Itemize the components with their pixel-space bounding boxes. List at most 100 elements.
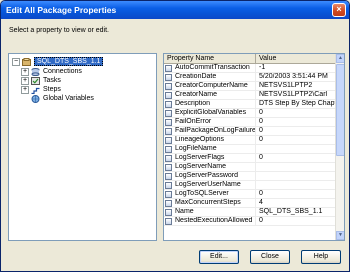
property-icon [165, 181, 172, 189]
title-bar[interactable]: Edit All Package Properties × [1, 1, 349, 19]
property-row[interactable]: LogServerName [164, 163, 336, 172]
property-value[interactable]: 0 [256, 217, 336, 225]
property-name-cell[interactable]: CreationDate [164, 73, 256, 81]
property-value[interactable]: DTS Step By Step Chapter… [256, 100, 336, 108]
tree-item-connections[interactable]: + Connections [21, 67, 82, 76]
property-name-cell[interactable]: LineageOptions [164, 136, 256, 144]
property-value[interactable]: 0 [256, 109, 336, 117]
property-value[interactable]: 0 [256, 154, 336, 162]
property-row[interactable]: FailPackageOnLogFailure 0 [164, 127, 336, 136]
tree-item-label: Steps [43, 86, 61, 93]
property-name-cell[interactable]: Description [164, 100, 256, 108]
property-name-cell[interactable]: Name [164, 208, 256, 216]
tree-item-label: SQL_DTS_SBS_1.1 [34, 57, 104, 66]
tree-item-global-variables[interactable]: Global Variables [31, 94, 94, 103]
column-header-value[interactable]: Value [256, 54, 336, 64]
tree-item-steps[interactable]: + Steps [21, 85, 61, 94]
window-title: Edit All Package Properties [6, 5, 117, 15]
property-icon [165, 163, 172, 171]
property-name: MaxConcurrentSteps [175, 199, 241, 206]
property-row[interactable]: Name SQL_DTS_SBS_1.1 [164, 208, 336, 217]
close-icon[interactable]: × [332, 3, 346, 17]
scroll-thumb[interactable] [336, 64, 344, 156]
property-icon [165, 82, 172, 90]
property-row[interactable]: AutoCommitTransaction -1 [164, 64, 336, 73]
property-name-cell[interactable]: AutoCommitTransaction [164, 64, 256, 72]
property-value[interactable]: 0 [256, 190, 336, 198]
property-value[interactable] [256, 172, 336, 180]
property-name-cell[interactable]: LogServerFlags [164, 154, 256, 162]
tree-item-package[interactable]: − SQL_DTS_SBS_1.1 [12, 57, 104, 66]
property-name-cell[interactable]: LogServerUserName [164, 181, 256, 189]
property-value[interactable] [256, 145, 336, 153]
property-value[interactable]: 4 [256, 199, 336, 207]
property-value[interactable]: SQL_DTS_SBS_1.1 [256, 208, 336, 216]
property-value[interactable]: 0 [256, 118, 336, 126]
property-value[interactable]: 0 [256, 127, 336, 135]
property-name-cell[interactable]: LogFileName [164, 145, 256, 153]
property-row[interactable]: Description DTS Step By Step Chapter… [164, 100, 336, 109]
property-value[interactable]: NETSVS1LPTP2 [256, 82, 336, 90]
property-row[interactable]: CreationDate 5/20/2003 3:51:44 PM [164, 73, 336, 82]
property-name-cell[interactable]: LogServerName [164, 163, 256, 171]
tree-item-label: Connections [43, 68, 82, 75]
property-icon [165, 172, 172, 180]
collapse-icon[interactable]: − [12, 57, 20, 66]
edit-button[interactable]: Edit... [199, 250, 239, 264]
property-name-cell[interactable]: ExplicitGlobalVariables [164, 109, 256, 117]
property-value[interactable]: 5/20/2003 3:51:44 PM [256, 73, 336, 81]
property-grid[interactable]: Property Name Value AutoCommitTransactio… [163, 53, 345, 241]
property-name: FailPackageOnLogFailure [175, 127, 256, 134]
property-name-cell[interactable]: MaxConcurrentSteps [164, 199, 256, 207]
property-name: FailOnError [175, 118, 212, 125]
column-header-property-name[interactable]: Property Name [164, 54, 256, 64]
property-row[interactable]: FailOnError 0 [164, 118, 336, 127]
property-icon [165, 154, 172, 162]
property-row[interactable]: LineageOptions 0 [164, 136, 336, 145]
vertical-scrollbar[interactable]: ▲ ▼ [335, 54, 344, 240]
property-name: Description [175, 100, 211, 107]
property-value[interactable]: -1 [256, 64, 336, 72]
property-name: CreationDate [175, 73, 217, 80]
property-name-cell[interactable]: FailPackageOnLogFailure [164, 127, 256, 135]
property-icon [165, 109, 172, 117]
property-row[interactable]: CreatorName NETSVS1LPTP2\Carl [164, 91, 336, 100]
property-row[interactable]: LogServerFlags 0 [164, 154, 336, 163]
property-name-cell[interactable]: CreatorName [164, 91, 256, 99]
expand-icon[interactable]: + [21, 67, 29, 76]
property-name: ExplicitGlobalVariables [175, 109, 247, 116]
property-name-cell[interactable]: FailOnError [164, 118, 256, 126]
global-variables-icon [31, 94, 40, 103]
property-name-cell[interactable]: CreatorComputerName [164, 82, 256, 90]
property-name: Name [175, 208, 194, 215]
property-icon [165, 199, 172, 207]
expand-icon[interactable]: + [21, 76, 29, 85]
help-button[interactable]: Help [301, 250, 341, 264]
scroll-up-icon[interactable]: ▲ [336, 54, 344, 63]
property-row[interactable]: LogToSQLServer 0 [164, 190, 336, 199]
property-name: LineageOptions [175, 136, 225, 143]
scroll-down-icon[interactable]: ▼ [336, 231, 344, 240]
property-name: LogToSQLServer [175, 190, 229, 197]
package-icon [22, 57, 31, 66]
close-button[interactable]: Close [250, 250, 290, 264]
tree-item-tasks[interactable]: + Tasks [21, 76, 61, 85]
property-row[interactable]: ExplicitGlobalVariables 0 [164, 109, 336, 118]
property-row[interactable]: MaxConcurrentSteps 4 [164, 199, 336, 208]
package-tree[interactable]: − SQL_DTS_SBS_1.1 + Connections + Tasks … [8, 53, 157, 241]
property-value[interactable] [256, 163, 336, 171]
property-row[interactable]: CreatorComputerName NETSVS1LPTP2 [164, 82, 336, 91]
property-name-cell[interactable]: LogServerPassword [164, 172, 256, 180]
property-name-cell[interactable]: NestedExecutionAllowed [164, 217, 256, 225]
property-value[interactable] [256, 181, 336, 189]
property-row[interactable]: LogServerUserName [164, 181, 336, 190]
property-row[interactable]: LogServerPassword [164, 172, 336, 181]
property-value[interactable]: 0 [256, 136, 336, 144]
property-name-cell[interactable]: LogToSQLServer [164, 190, 256, 198]
property-icon [165, 208, 172, 216]
property-row[interactable]: LogFileName [164, 145, 336, 154]
expand-icon[interactable]: + [21, 85, 29, 94]
property-icon [165, 100, 172, 108]
property-row[interactable]: NestedExecutionAllowed 0 [164, 217, 336, 226]
property-value[interactable]: NETSVS1LPTP2\Carl [256, 91, 336, 99]
